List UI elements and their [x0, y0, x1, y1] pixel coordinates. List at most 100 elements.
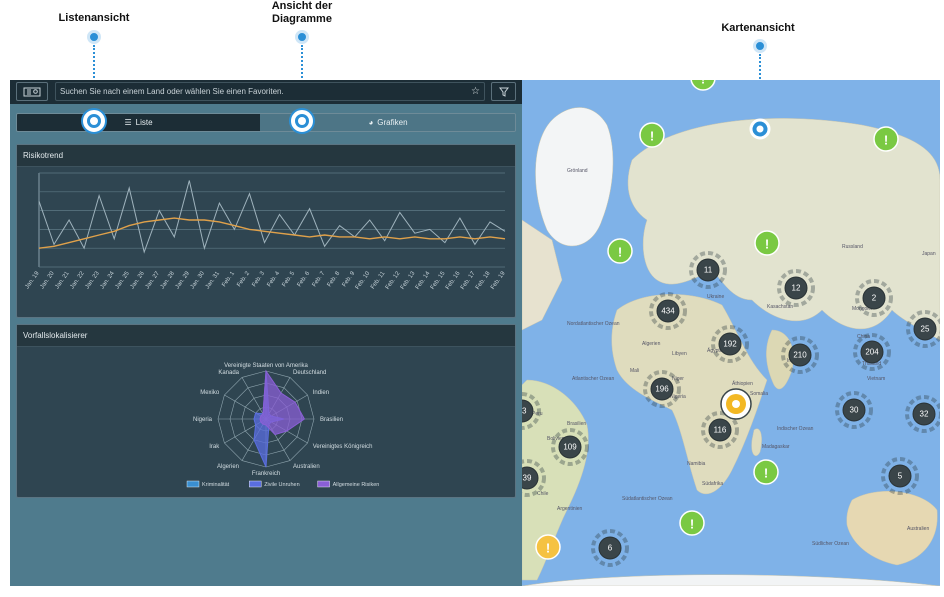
x-tick-label: Feb. 7: [312, 270, 327, 288]
map-place-label: Brasilien: [567, 421, 586, 427]
risk-trend-chart: Jan. 19Jan. 20Jan. 21Jan. 22Jan. 23Jan. …: [24, 172, 507, 291]
left-panel: Suchen Sie nach einem Land oder wählen S…: [10, 80, 522, 586]
cluster-count: 196: [655, 385, 669, 394]
cluster-count: 192: [723, 340, 737, 349]
selected-marker-center: [732, 400, 740, 408]
legend-label: Zivile Unruhen: [264, 482, 299, 488]
alert-marker[interactable]: !: [753, 459, 779, 485]
radar-axis-label: Australien: [293, 464, 320, 470]
incident-locator-panel: Vorfallslokalisierer Vereinigte Staaten …: [16, 324, 516, 498]
risk-trend-title: Risikotrend: [17, 145, 515, 167]
map-place-label: Australien: [907, 526, 929, 532]
incident-cluster[interactable]: 32: [905, 395, 940, 433]
filter-icon: [498, 87, 509, 97]
landmass-greenland: [535, 107, 614, 247]
map-place-label: Grönland: [567, 168, 588, 174]
incident-cluster[interactable]: 6: [591, 529, 629, 567]
cluster-count: 25: [921, 325, 930, 334]
cluster-count: 2: [872, 294, 877, 303]
exclamation-icon: !: [884, 133, 888, 148]
pie-chart-icon: ◕: [368, 118, 374, 127]
callout-title-charts-view: Ansicht der Diagramme: [271, 0, 333, 25]
legend-swatch[interactable]: [248, 480, 262, 488]
exclamation-icon: !: [546, 541, 550, 556]
cluster-count: 434: [661, 307, 675, 316]
legend-label: Allgemeine Risiken: [333, 482, 380, 488]
callout-title-map-view: Kartenansicht: [721, 22, 795, 34]
map-place-label: Somalia: [750, 391, 768, 397]
incident-cluster[interactable]: 30: [835, 391, 873, 429]
legend-swatch[interactable]: [317, 480, 330, 488]
x-tick-label: Feb. 4: [266, 270, 281, 288]
alert-marker[interactable]: !: [607, 238, 633, 264]
series-line-0: [38, 180, 506, 254]
tab-charts-label: Grafiken: [377, 118, 408, 127]
risk-trend-panel: Risikotrend Jan. 19 Jan. 20 Jan. 21 Jan. 22…: [16, 144, 516, 318]
search-input[interactable]: Suchen Sie nach einem Land oder wählen S…: [55, 82, 485, 101]
exclamation-icon: !: [764, 466, 768, 481]
map-view[interactable]: Grönland Russland Nordatlantischer Ozean At…: [522, 80, 940, 586]
exclamation-icon: !: [690, 517, 694, 532]
callout-marker-map-center: [756, 125, 764, 133]
alert-marker[interactable]: !: [754, 230, 780, 256]
exclamation-icon: !: [650, 129, 654, 144]
cluster-count: 39: [523, 474, 532, 483]
cluster-count: 109: [563, 443, 577, 452]
map-place-label: Chile: [537, 491, 549, 497]
x-tick-label: Feb. 19: [490, 270, 507, 291]
alert-marker[interactable]: !: [679, 510, 705, 536]
landmass-madagascar: [751, 428, 762, 456]
callout-title-list-view: Listenansicht: [58, 12, 130, 24]
incident-cluster[interactable]: 5: [881, 457, 919, 495]
map-place-label: Südatlantischer Ozean: [622, 496, 673, 502]
star-icon[interactable]: ☆: [471, 83, 480, 100]
x-tick-label: Feb. 2: [236, 270, 251, 288]
x-tick-label: Feb. 3: [251, 270, 266, 288]
radar-axis-label: Deutschland: [293, 370, 326, 376]
map-place-label: Vietnam: [867, 376, 885, 382]
exclamation-icon: !: [701, 80, 705, 87]
selected-location-marker[interactable]: [720, 388, 752, 420]
radar-axis-label: Indien: [313, 390, 329, 396]
map-place-label: Südlicher Ozean: [812, 541, 849, 547]
exclamation-icon: !: [618, 245, 622, 260]
exclamation-icon: !: [765, 237, 769, 252]
alert-marker[interactable]: !: [690, 80, 716, 91]
alert-marker[interactable]: !: [535, 534, 561, 560]
map-place-label: Namibia: [687, 461, 706, 467]
landmass-antarctica: [522, 574, 940, 586]
radar-axis-label: Frankreich: [252, 471, 280, 477]
world-map[interactable]: Grönland Russland Nordatlantischer Ozean At…: [522, 80, 940, 586]
legend-swatch[interactable]: [186, 480, 200, 488]
list-map-toggle-button[interactable]: [16, 82, 48, 101]
radar-axis-label: Brasilien: [320, 417, 343, 423]
cluster-count: 30: [850, 406, 859, 415]
radar-axis-label: Nigeria: [193, 417, 213, 423]
cluster-count: 32: [920, 410, 929, 419]
radar-axis-label: Vereinigtes Königreich: [313, 444, 373, 450]
cluster-count: 11: [704, 266, 713, 275]
top-toolbar: Suchen Sie nach einem Land oder wählen S…: [10, 80, 522, 104]
cluster-count: 5: [898, 472, 903, 481]
cluster-count: 210: [793, 351, 807, 360]
tab-list[interactable]: ☰ Liste: [17, 114, 260, 131]
alert-marker[interactable]: !: [639, 122, 665, 148]
map-place-label: Ukraine: [707, 294, 724, 300]
search-placeholder: Suchen Sie nach einem Land oder wählen S…: [60, 87, 284, 96]
cluster-count: 6: [608, 544, 613, 553]
callout-dot-map-view: [753, 39, 767, 53]
callout-marker-list-tab: [83, 110, 105, 132]
cluster-count: 116: [714, 426, 727, 435]
radar-axis-label: Vereinigte Staaten von Amerika: [224, 363, 308, 369]
radar-axis-label: Algerien: [217, 464, 239, 470]
alert-marker[interactable]: !: [873, 126, 899, 152]
filter-button[interactable]: [491, 82, 516, 101]
map-place-label: Algerien: [642, 341, 661, 347]
map-place-label: Argentinien: [557, 506, 583, 512]
x-tick-label: Feb. 1: [221, 270, 236, 288]
radar-axis-label: Kanada: [218, 370, 239, 376]
map-place-label: Nordatlantischer Ozean: [567, 321, 620, 327]
callout-dot-charts-view: [295, 30, 309, 44]
x-tick-label: Feb. 10: [355, 270, 372, 291]
cluster-count: 12: [792, 284, 801, 293]
